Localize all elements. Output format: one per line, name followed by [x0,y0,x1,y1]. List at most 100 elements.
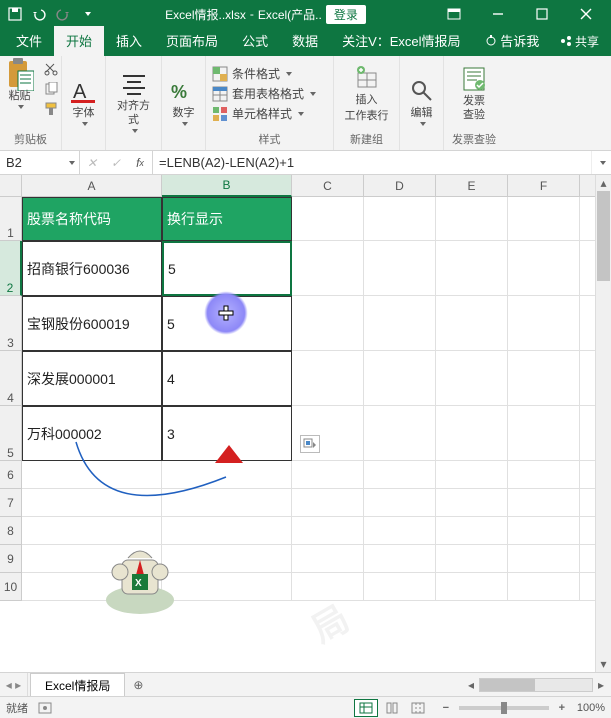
cell-E1[interactable] [436,197,508,241]
red-arrow-icon [215,445,243,463]
vertical-scrollbar[interactable]: ▴ ▾ [595,175,611,672]
row-header-8[interactable]: 8 [0,517,22,545]
name-box[interactable]: B2 [0,151,80,174]
scroll-right-icon[interactable]: ▸ [593,678,609,692]
row-header-5[interactable]: 5 [0,406,22,461]
row-header-3[interactable]: 3 [0,296,22,351]
enter-formula-icon[interactable]: ✓ [104,156,128,170]
horizontal-scrollbar[interactable]: ◂ ▸ [461,673,611,696]
cell-A4[interactable]: 深发展000001 [22,351,162,406]
cell-F1[interactable] [508,197,580,241]
view-normal-icon[interactable] [354,699,378,717]
zoom-in-icon[interactable]: + [555,702,569,714]
align-group-button[interactable]: 对齐方式 [110,68,157,134]
tab-layout[interactable]: 页面布局 [154,26,230,56]
insert-cells-button[interactable]: 插入工作表行 [341,62,393,124]
select-all-corner[interactable] [0,175,22,197]
login-button[interactable]: 登录 [326,5,366,24]
tab-insert[interactable]: 插入 [104,26,154,56]
cell-style-button[interactable]: 单元格样式 [210,104,318,123]
ribbon-display-options-icon[interactable] [433,0,475,28]
font-group-button[interactable]: A字体 [66,75,102,128]
sheet-nav[interactable]: ◂ ▸ [0,673,28,696]
window-controls [433,0,607,28]
qat-customize-icon[interactable] [76,3,98,25]
share-button[interactable]: 共享 [552,28,607,56]
table-header-a[interactable]: 股票名称代码 [22,197,162,241]
redo-icon[interactable] [52,3,74,25]
fx-icon[interactable]: fx [128,156,152,170]
cell-B4[interactable]: 4 [162,351,292,406]
tab-tellme[interactable]: 告诉我 [473,26,552,56]
col-header-B[interactable]: B [162,175,292,197]
invoice-button[interactable]: 发票 查验 [456,63,492,123]
copy-icon[interactable] [42,80,60,98]
cell-D1[interactable] [364,197,436,241]
cell-C1[interactable] [292,197,364,241]
number-group-button[interactable]: %数字 [166,75,202,128]
col-header-F[interactable]: F [508,175,580,197]
tab-file[interactable]: 文件 [4,26,54,56]
row-header-9[interactable]: 9 [0,545,22,573]
row-header-6[interactable]: 6 [0,461,22,489]
view-page-layout-icon[interactable] [380,699,404,717]
formula-bar: B2 ✕ ✓ fx =LENB(A2)-LEN(A2)+1 [0,151,611,175]
tab-custom[interactable]: 关注V：Excel情报局 [330,26,472,56]
scroll-up-icon[interactable]: ▴ [596,175,611,191]
expand-formula-bar-icon[interactable] [591,151,611,174]
zoom-level[interactable]: 100% [577,702,605,714]
sheet-tab-bar: ◂ ▸ Excel情报局 ⊕ ◂ ▸ [0,672,611,696]
close-icon[interactable] [565,0,607,28]
format-painter-icon[interactable] [42,100,60,118]
cell-B3[interactable]: 5 [162,296,292,351]
save-icon[interactable] [4,3,26,25]
svg-text:A: A [73,81,87,103]
tab-formulas[interactable]: 公式 [230,26,280,56]
maximize-icon[interactable] [521,0,563,28]
scroll-down-icon[interactable]: ▾ [596,656,611,672]
scroll-left-icon[interactable]: ◂ [463,678,479,692]
col-header-A[interactable]: A [22,175,162,197]
cell-B2[interactable]: 5 [162,241,292,296]
app-name: Excel(产品.. [258,6,322,23]
formula-input[interactable]: =LENB(A2)-LEN(A2)+1 [153,151,591,174]
tab-home[interactable]: 开始 [54,26,104,56]
svg-text:X: X [135,578,142,589]
macro-record-icon[interactable] [38,702,52,714]
row-header-4[interactable]: 4 [0,351,22,406]
zoom-slider[interactable] [459,706,549,710]
table-header-b[interactable]: 换行显示 [162,197,292,241]
cell-A2[interactable]: 招商银行600036 [22,241,162,296]
col-header-D[interactable]: D [364,175,436,197]
cell-C2[interactable] [292,241,364,296]
row-header-2[interactable]: 2 [0,241,22,296]
col-header-C[interactable]: C [292,175,364,197]
zoom-out-icon[interactable]: − [439,702,453,714]
sheet-tab-active[interactable]: Excel情报局 [30,673,125,696]
edit-group-button[interactable]: 编辑 [404,75,440,128]
col-header-E[interactable]: E [436,175,508,197]
cut-icon[interactable] [42,60,60,78]
row-header-1[interactable]: 1 [0,197,22,241]
table-format-button[interactable]: 套用表格格式 [210,84,318,103]
conditional-format-button[interactable]: 条件格式 [210,64,318,83]
paste-button[interactable]: 粘贴 [2,58,38,111]
spreadsheet-grid[interactable]: A B C D E F 1 股票名称代码 换行显示 2 招商银行600036 5… [0,175,611,601]
cancel-formula-icon[interactable]: ✕ [80,156,104,170]
undo-icon[interactable] [28,3,50,25]
hscroll-thumb[interactable] [480,679,535,691]
add-sheet-icon[interactable]: ⊕ [125,673,151,696]
minimize-icon[interactable] [477,0,519,28]
group-clipboard: 剪贴板 [4,129,57,149]
cell-A3[interactable]: 宝钢股份600019 [22,296,162,351]
excel-hero-image: X [100,540,180,615]
tab-data[interactable]: 数据 [280,26,330,56]
row-header-7[interactable]: 7 [0,489,22,517]
autofill-options-icon[interactable] [300,435,320,453]
zoom-thumb[interactable] [501,702,507,714]
view-page-break-icon[interactable] [406,699,430,717]
grid-area: Excel情报局 局 A B C D E F 1 股票名称代码 换行显示 2 招… [0,175,611,672]
vscroll-thumb[interactable] [597,191,610,281]
cell-A5[interactable]: 万科000002 [22,406,162,461]
row-header-10[interactable]: 10 [0,573,22,601]
